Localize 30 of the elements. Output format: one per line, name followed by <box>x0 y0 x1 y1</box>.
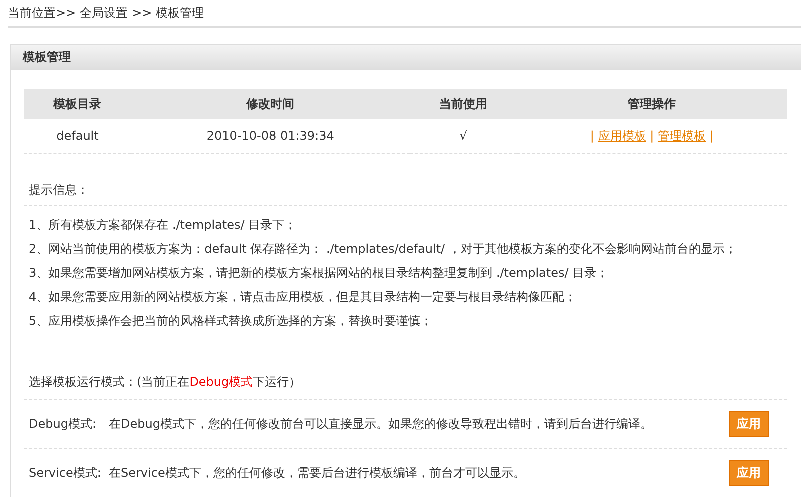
mode-label: Service模式: <box>29 464 102 482</box>
separator: | <box>590 128 594 142</box>
tips-title: 提示信息： <box>24 174 787 206</box>
mode-label: Debug模式: <box>29 416 98 432</box>
tip-item: 1、所有模板方案都保存在 ./templates/ 目录下； <box>29 217 298 234</box>
column-header: 管理操作 <box>517 89 787 119</box>
mode-prompt: 选择模板运行模式：(当前正在Debug模式下运行） <box>24 366 787 400</box>
separator: | <box>710 128 714 142</box>
panel-title: 模板管理 <box>11 45 801 70</box>
column-header: 模板目录 <box>24 89 132 119</box>
tip-item: 2、网站当前使用的模板方案为：default 保存路径为： ./templates/default/ ，对于其他模板方案的变化不会影响网站前台的显示； <box>29 241 738 258</box>
action-link[interactable]: 应用模板 <box>598 128 646 142</box>
table-cell: 2010-10-08 01:39:34 <box>131 119 410 154</box>
apply-button[interactable]: 应用 <box>729 411 769 437</box>
breadcrumb-item: >> <box>132 6 152 20</box>
breadcrumb-item: 全局设置 <box>80 4 128 22</box>
table-cell: default <box>24 119 132 154</box>
in-use-mark: √ <box>410 119 518 154</box>
tip-item: 4、如果您需要应用新的网站模板方案，请点击应用模板，但是其目录结构一定要与根目录结构像匹配； <box>29 289 578 306</box>
breadcrumb-item: 当前位置>> <box>8 4 76 22</box>
separator: | <box>650 128 654 142</box>
mode-description: 在Service模式下，您的任何修改，需要后台进行模板编译，前台才可以显示。 <box>109 464 526 482</box>
column-header: 修改时间 <box>131 89 410 119</box>
column-header: 当前使用 <box>410 89 518 119</box>
tip-item: 3、如果您需要增加网站模板方案，请把新的模板方案根据网站的根目录结构整理复制到 ./templates/ 目录； <box>29 265 610 282</box>
mode-description: 在Debug模式下，您的任何修改前台可以直接显示。如果您的修改导致程出错时，请到后台进行编译。 <box>109 416 654 432</box>
apply-button[interactable]: 应用 <box>729 460 769 486</box>
breadcrumb-item: 模板管理 <box>156 4 204 22</box>
action-link[interactable]: 管理模板 <box>658 128 706 142</box>
tip-item: 5、应用模板操作会把当前的风格样式替换成所选择的方案，替换时要谨慎； <box>29 313 434 330</box>
